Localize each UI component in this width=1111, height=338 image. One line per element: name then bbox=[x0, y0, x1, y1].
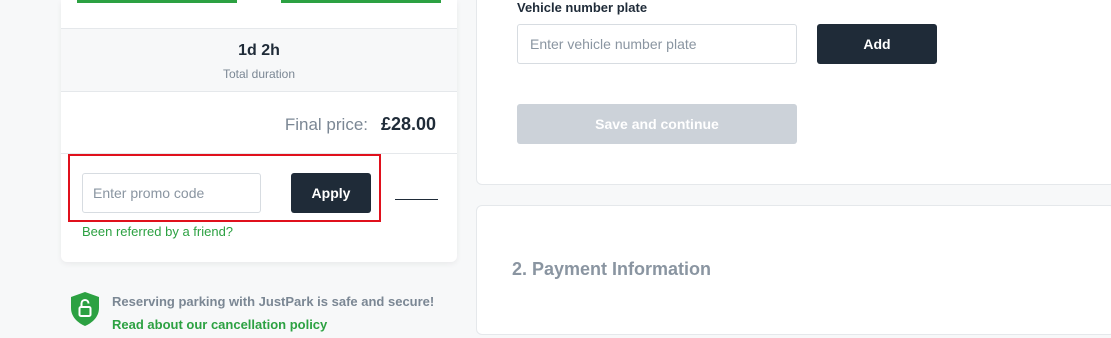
link-underline bbox=[395, 199, 438, 200]
vehicle-plate-input[interactable] bbox=[517, 24, 797, 64]
final-price-label: Final price: bbox=[284, 115, 368, 134]
green-divider-left bbox=[77, 0, 237, 3]
cancellation-policy-link[interactable]: Read about our cancellation policy bbox=[112, 317, 327, 332]
booking-summary-card: 1d 2h Total duration Final price: £28.00… bbox=[61, 0, 457, 262]
final-price-value: £28.00 bbox=[380, 114, 436, 134]
vehicle-plate-label: Vehicle number plate bbox=[517, 0, 648, 15]
add-vehicle-button[interactable]: Add bbox=[817, 24, 937, 64]
apply-button[interactable]: Apply bbox=[291, 173, 371, 213]
payment-section-title[interactable]: 2. Payment Information bbox=[512, 259, 711, 280]
save-continue-button[interactable]: Save and continue bbox=[517, 104, 797, 144]
duration-box: 1d 2h Total duration bbox=[61, 28, 457, 92]
checkout-page: 1d 2h Total duration Final price: £28.00… bbox=[0, 0, 1111, 338]
promo-code-input[interactable] bbox=[82, 173, 261, 213]
green-divider-right bbox=[281, 0, 441, 3]
final-price-row: Final price: £28.00 bbox=[61, 92, 457, 154]
duration-value: 1d 2h bbox=[238, 42, 280, 59]
shield-lock-icon bbox=[71, 292, 99, 326]
duration-label: Total duration bbox=[222, 67, 296, 81]
referred-friend-link[interactable]: Been referred by a friend? bbox=[82, 224, 233, 239]
secure-booking-text: Reserving parking with JustPark is safe … bbox=[112, 294, 435, 309]
